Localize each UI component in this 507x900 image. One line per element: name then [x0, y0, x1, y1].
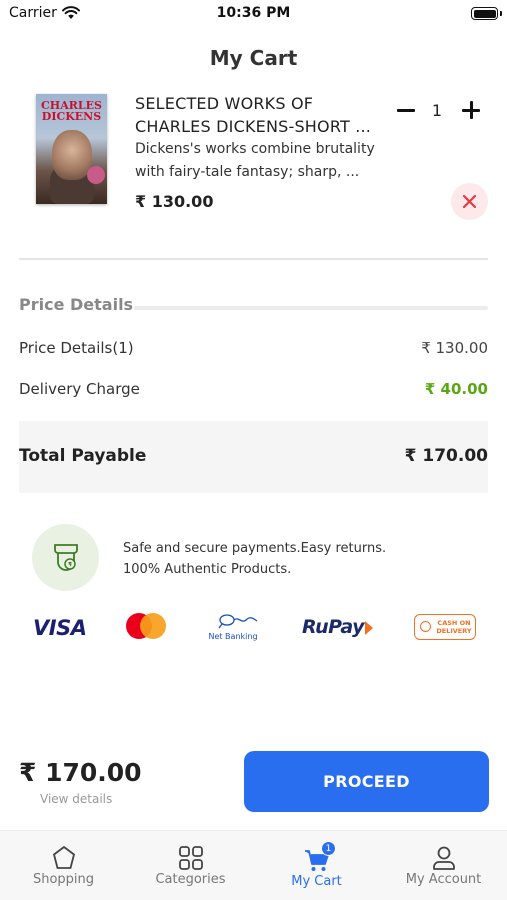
netbanking-logo: Net Banking	[207, 612, 259, 642]
tab-bar: Shopping Categories 1 My Cart My Account	[0, 830, 507, 900]
cash-on-delivery-logo: CASH ON DELIVERY	[414, 614, 476, 640]
battery-cap	[500, 11, 502, 16]
item-title-line1: SELECTED WORKS OF	[135, 94, 314, 113]
price-items-label: Price Details(1)	[19, 339, 134, 357]
rupay-text: RuPay	[302, 616, 364, 638]
total-payable-row: Total Payable ₹ 170.00	[19, 421, 488, 493]
proceed-button[interactable]: PROCEED	[244, 751, 489, 812]
book-cover-image[interactable]: CHARLES DICKENS	[36, 94, 107, 204]
total-payable-value: ₹ 170.00	[404, 446, 488, 466]
coin-icon	[420, 621, 431, 632]
decrease-quantity-button[interactable]	[396, 96, 416, 124]
item-title-line2: CHARLES DICKENS-SHORT ...	[135, 117, 372, 136]
account-icon	[433, 846, 455, 870]
shopping-icon	[53, 846, 75, 869]
trust-line1: Safe and secure payments.Easy returns.	[123, 541, 387, 556]
cart-badge-wrap: 1	[304, 841, 336, 871]
netbanking-icon	[218, 614, 258, 629]
netbanking-label: Net Banking	[208, 632, 258, 641]
item-description: Dickens's works combine brutality with f…	[135, 138, 391, 184]
rupay-logo: RuPay	[302, 616, 373, 638]
trust-message: Safe and secure payments.Easy returns. 1…	[123, 538, 386, 580]
visa-logo: VISA	[33, 616, 87, 640]
delivery-charge-value: ₹ 40.00	[424, 380, 488, 398]
trust-line2: 100% Authentic Products.	[123, 562, 292, 577]
checkout-total: ₹ 170.00	[19, 758, 142, 787]
increase-quantity-button[interactable]	[461, 100, 481, 120]
status-time: 10:36 PM	[216, 5, 291, 21]
portrait-face	[52, 130, 92, 180]
total-payable-label: Total Payable	[19, 446, 147, 466]
divider	[19, 258, 488, 260]
mastercard-logo	[126, 613, 168, 639]
item-desc-line1: Dickens's works combine brutality	[135, 141, 375, 157]
tab-shopping-label: Shopping	[32, 872, 95, 887]
cover-flower	[87, 166, 105, 184]
price-items-value: ₹ 130.00	[421, 339, 488, 357]
tab-shopping[interactable]: Shopping	[0, 831, 127, 900]
cod-text: CASH ON DELIVERY	[434, 619, 474, 635]
view-details-link[interactable]: View details	[40, 792, 112, 806]
price-details-heading: Price Details	[19, 295, 134, 314]
item-desc-line2: with fairy-tale fantasy; sharp, ...	[135, 164, 360, 180]
categories-icon	[179, 846, 203, 870]
page-title: My Cart	[209, 46, 298, 70]
battery-icon	[471, 7, 498, 20]
tab-categories[interactable]: Categories	[127, 831, 254, 900]
rupay-arrow-icon	[364, 620, 373, 635]
close-icon	[462, 194, 477, 209]
item-title[interactable]: SELECTED WORKS OF CHARLES DICKENS-SHORT …	[135, 92, 391, 138]
tab-my-cart-label: My Cart	[291, 874, 342, 889]
remove-item-button[interactable]	[451, 183, 488, 220]
item-price: ₹ 130.00	[135, 192, 214, 211]
cart-count-badge: 1	[321, 841, 336, 856]
cod-line1: CASH ON	[437, 619, 471, 627]
status-bar: Carrier 10:36 PM	[0, 0, 507, 28]
tab-my-account[interactable]: My Account	[380, 831, 507, 900]
tab-my-cart[interactable]: 1 My Cart	[253, 831, 380, 900]
cod-line2: DELIVERY	[436, 627, 472, 635]
tab-my-account-label: My Account	[405, 872, 482, 887]
quantity-value: 1	[431, 101, 443, 120]
secure-payment-icon	[32, 524, 99, 591]
cover-author-text: CHARLES DICKENS	[41, 99, 102, 123]
delivery-charge-label: Delivery Charge	[19, 380, 140, 398]
heading-rule	[134, 306, 488, 310]
tab-categories-label: Categories	[155, 872, 226, 887]
